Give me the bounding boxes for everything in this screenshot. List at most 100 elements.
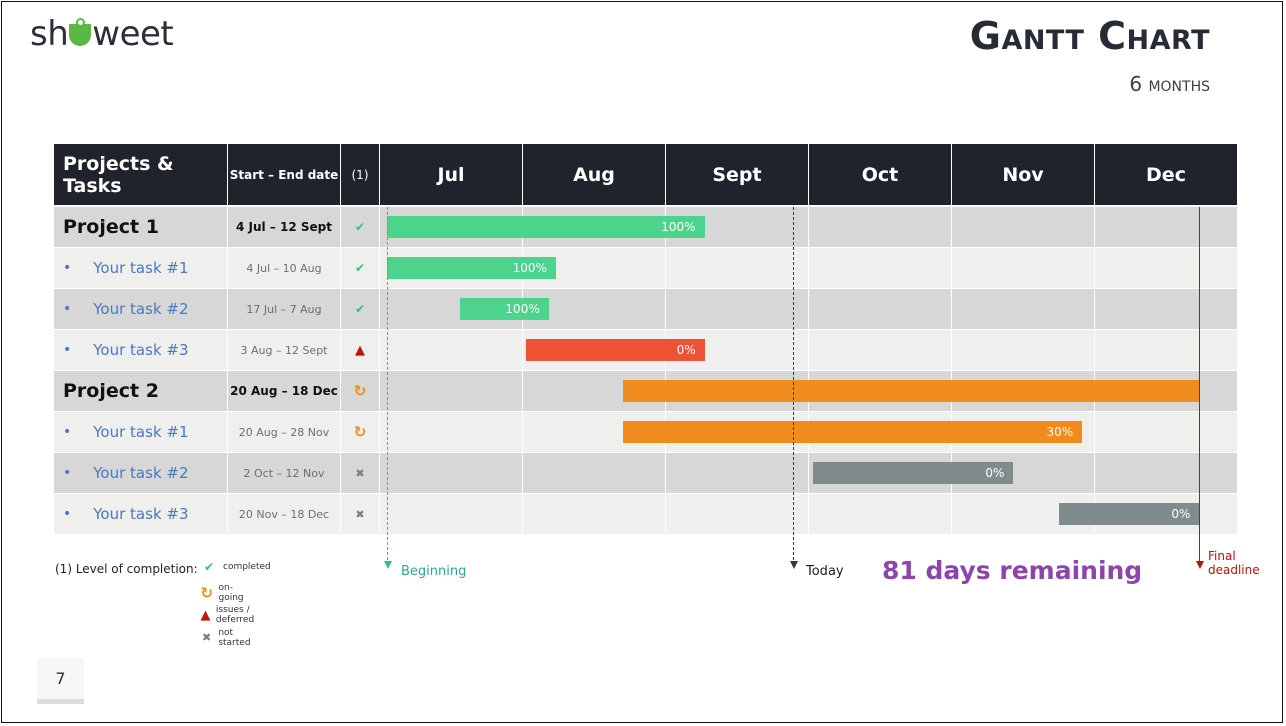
row-name-cell: • Your task #2	[54, 453, 227, 493]
month-header-nov: Nov	[952, 144, 1094, 205]
logo-smile-icon	[69, 18, 92, 46]
task-row: • Your task #2 17 Jul – 7 Aug ✔ 100%	[54, 289, 1237, 329]
today-label: Today	[806, 564, 844, 579]
month-cell	[666, 494, 808, 534]
legend-label: completed	[223, 562, 271, 572]
row-name-cell: • Your task #3	[54, 330, 227, 370]
logo-text-end: weet	[92, 14, 174, 54]
row-status-cell: ✖	[341, 494, 379, 534]
legend: (1) Level of completion: ✔ completed ↻ on-g…	[55, 560, 271, 648]
gantt-bar: 100%	[387, 257, 556, 279]
legend-icon-wrap: ↻	[200, 584, 213, 602]
month-cell	[1095, 412, 1237, 452]
bullet-icon: •	[63, 424, 72, 440]
row-dates-cell: 3 Aug – 12 Sept	[228, 330, 340, 370]
legend-label: not started	[218, 627, 251, 648]
month-cell	[809, 494, 951, 534]
legend-label: issues / deferred	[215, 605, 255, 625]
row-status-cell: ↻	[341, 371, 379, 411]
gantt-bar: 0%	[525, 339, 705, 361]
legend-item-completed: ✔ completed	[200, 560, 271, 574]
row-status-cell: ✔	[341, 289, 379, 329]
final-deadline-line2: deadline	[1208, 563, 1260, 577]
month-cell	[666, 289, 808, 329]
slide-subtitle: 6 months	[1129, 72, 1210, 96]
month-cell	[523, 453, 665, 493]
legend-icon-wrap: ✖	[200, 631, 213, 644]
month-cell	[952, 289, 1094, 329]
month-cell	[666, 248, 808, 288]
gantt-bar: 100%	[387, 216, 705, 238]
bullet-icon: •	[63, 342, 72, 358]
gantt-bar: 0%	[813, 462, 1014, 484]
month-header-sept: Sept	[666, 144, 808, 205]
month-cell	[380, 412, 522, 452]
bullet-icon: •	[63, 301, 72, 317]
check-icon: ✔	[354, 261, 366, 275]
header-projects: Projects & Tasks	[54, 144, 227, 205]
row-name: Your task #1	[93, 423, 189, 441]
x-icon: ✖	[355, 507, 365, 521]
refresh-icon: ↻	[353, 423, 367, 441]
month-cell	[380, 453, 522, 493]
project-row: Project 1 4 Jul – 12 Sept ✔ 100%	[54, 207, 1237, 247]
row-name-cell: • Your task #1	[54, 412, 227, 452]
row-status-cell: ✔	[341, 248, 379, 288]
month-header-oct: Oct	[809, 144, 951, 205]
row-status-cell: ▲	[341, 330, 379, 370]
month-header-aug: Aug	[523, 144, 665, 205]
showeet-logo: sh weet	[30, 14, 174, 54]
legend-icon-wrap: ▲	[200, 608, 211, 623]
bullet-icon: •	[63, 506, 72, 522]
project-row: Project 2 20 Aug – 18 Dec ↻	[54, 371, 1237, 411]
refresh-icon: ↻	[200, 583, 214, 602]
row-name-cell: • Your task #3	[54, 494, 227, 534]
legend-item-ongoing: ↻ on-going	[200, 583, 248, 603]
legend-item-issues: ▲ issues / deferred	[200, 605, 261, 625]
month-cell	[523, 494, 665, 534]
task-row: • Your task #1 20 Aug – 28 Nov ↻ 30%	[54, 412, 1237, 452]
row-name: Your task #3	[93, 341, 189, 359]
row-name-cell: Project 2	[54, 371, 227, 411]
month-cell	[666, 453, 808, 493]
warning-icon: ▲	[355, 342, 365, 358]
row-dates-cell: 4 Jul – 12 Sept	[228, 207, 340, 247]
row-name-cell: • Your task #1	[54, 248, 227, 288]
row-dates-cell: 4 Jul – 10 Aug	[228, 248, 340, 288]
month-cell	[809, 330, 951, 370]
month-cell	[809, 207, 951, 247]
row-name-cell: • Your task #2	[54, 289, 227, 329]
logo-text-start: sh	[30, 14, 69, 54]
check-icon: ✔	[354, 220, 366, 234]
page-number: 7	[37, 658, 84, 704]
warning-icon: ▲	[200, 607, 211, 623]
row-name: Your task #1	[93, 259, 189, 277]
month-cell	[1095, 207, 1237, 247]
check-icon: ✔	[203, 560, 215, 574]
final-deadline-label: Final deadline	[1208, 549, 1260, 577]
legend-title: (1) Level of completion:	[55, 562, 198, 576]
gantt-bar: 0%	[1059, 503, 1200, 525]
refresh-icon: ↻	[353, 382, 367, 400]
legend-icon-wrap: ✔	[200, 560, 218, 574]
bullet-icon: •	[63, 260, 72, 276]
month-cell	[1095, 453, 1237, 493]
month-cell	[380, 494, 522, 534]
month-cell	[1095, 330, 1237, 370]
final-deadline-line1: Final	[1208, 549, 1236, 563]
legend-label: on-going	[218, 582, 244, 603]
beginning-arrow-icon	[383, 561, 392, 569]
task-row: • Your task #3 20 Nov – 18 Dec ✖ 0%	[54, 494, 1237, 534]
days-remaining: 81 days remaining	[882, 556, 1143, 585]
gantt-bar: 30%	[623, 421, 1083, 443]
row-name: Your task #2	[93, 464, 189, 482]
row-status-cell: ✖	[341, 453, 379, 493]
header-status: (1)	[341, 144, 379, 205]
month-header-jul: Jul	[380, 144, 522, 205]
check-icon: ✔	[354, 302, 366, 316]
month-cell	[380, 330, 522, 370]
row-dates-cell: 2 Oct – 12 Nov	[228, 453, 340, 493]
beginning-label: Beginning	[401, 564, 467, 579]
row-dates-cell: 20 Aug – 18 Dec	[228, 371, 340, 411]
legend-item-not-started: ✖ not started	[200, 628, 255, 648]
